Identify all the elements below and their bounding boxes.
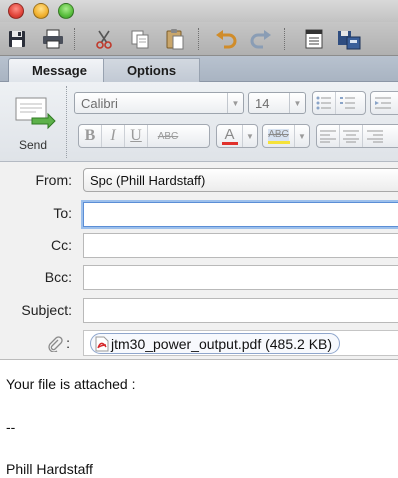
font-size-select[interactable]: 14 ▼ <box>248 92 306 114</box>
paperclip-icon <box>48 336 63 352</box>
tab-message[interactable]: Message <box>8 58 111 82</box>
bullet-list-icon <box>316 96 331 110</box>
font-name-select[interactable]: Calibri ▼ <box>74 92 244 114</box>
copy-icon <box>131 30 149 49</box>
print-icon <box>43 29 63 49</box>
highlight-dropdown[interactable]: ▼ <box>295 125 309 147</box>
font-color-button[interactable]: A <box>217 125 243 147</box>
underline-button[interactable]: U <box>125 125 148 147</box>
undo-button[interactable] <box>213 26 239 52</box>
redo-button[interactable] <box>248 26 274 52</box>
address-book-button[interactable] <box>301 26 327 52</box>
bold-button[interactable]: B <box>79 125 102 147</box>
bcc-field[interactable] <box>83 265 398 290</box>
numbered-list-button[interactable] <box>336 92 359 114</box>
font-name-value: Calibri <box>81 95 118 111</box>
indent-icon <box>374 97 391 109</box>
align-right-icon <box>366 130 383 143</box>
indent-buttons-group <box>370 91 398 115</box>
from-value: Spc (Phill Hardstaff) <box>90 172 206 188</box>
indent-button[interactable] <box>371 92 394 114</box>
close-window-button[interactable] <box>8 3 24 19</box>
paste-icon <box>166 29 184 50</box>
align-left-button[interactable] <box>317 125 340 147</box>
align-right-button[interactable] <box>363 125 386 147</box>
paste-button[interactable] <box>162 26 188 52</box>
font-color-swatch <box>221 141 238 145</box>
save-icon <box>9 31 25 47</box>
strikethrough-button[interactable]: ABC <box>148 125 188 147</box>
copy-button[interactable] <box>127 26 153 52</box>
ribbon-tab-bar: Message Options <box>0 56 398 82</box>
font-size-value: 14 <box>255 95 270 111</box>
chevron-down-icon: ▼ <box>289 93 305 113</box>
send-button[interactable]: Send <box>8 90 58 154</box>
attachment-name: jtm30_power_output.pdf (485.2 KB) <box>111 335 333 352</box>
redo-icon <box>250 30 271 49</box>
zoom-window-button[interactable] <box>58 3 74 19</box>
bcc-label: Bcc: <box>44 269 72 285</box>
highlight-button[interactable]: ABC <box>263 125 295 147</box>
bullet-list-button[interactable] <box>313 92 336 114</box>
highlight-swatch <box>267 140 290 144</box>
minimize-window-button[interactable] <box>33 3 49 19</box>
font-color-icon: A <box>224 125 235 143</box>
attachments-field: jtm30_power_output.pdf (485.2 KB) <box>83 330 398 356</box>
text-style-group: B I U ABC <box>78 124 210 148</box>
tab-options[interactable]: Options <box>103 58 200 82</box>
body-line: Your file is attached : <box>6 376 136 392</box>
signature-separator: -- <box>6 419 16 435</box>
to-label: To: <box>53 205 72 221</box>
window-titlebar <box>0 0 398 22</box>
highlight-control: ABC ▼ <box>262 124 310 148</box>
attachment-chip[interactable]: jtm30_power_output.pdf (485.2 KB) <box>90 333 341 354</box>
signature-name: Phill Hardstaff <box>6 461 93 477</box>
ribbon-separator <box>66 86 67 158</box>
undo-icon <box>216 30 237 49</box>
from-label: From: <box>35 172 72 188</box>
toolbar-separator <box>198 28 199 50</box>
to-field[interactable] <box>83 202 398 227</box>
font-color-control: A ▼ <box>216 124 258 148</box>
main-toolbar <box>0 22 398 56</box>
toolbar-separator <box>284 28 285 50</box>
send-icon <box>15 97 56 130</box>
send-label: Send <box>18 138 48 152</box>
subject-label: Subject: <box>21 302 72 318</box>
from-select[interactable]: Spc (Phill Hardstaff) <box>83 168 398 192</box>
align-center-icon <box>343 130 359 143</box>
alignment-group <box>316 124 398 148</box>
chevron-down-icon: ▼ <box>227 93 243 113</box>
numbered-list-icon <box>339 97 355 109</box>
check-names-button[interactable] <box>336 26 362 52</box>
list-buttons-group <box>312 91 366 115</box>
print-button[interactable] <box>40 26 66 52</box>
toolbar-separator <box>74 28 75 50</box>
check-names-icon <box>338 31 361 50</box>
address-book-icon <box>305 29 323 49</box>
cut-button[interactable] <box>91 26 117 52</box>
align-center-button[interactable] <box>340 125 363 147</box>
pdf-file-icon <box>95 336 109 351</box>
attachments-label: : <box>66 335 70 351</box>
cc-label: Cc: <box>51 237 72 253</box>
italic-button[interactable]: I <box>102 125 125 147</box>
highlight-label: ABC <box>268 128 289 141</box>
cc-field[interactable] <box>83 233 398 258</box>
font-color-dropdown[interactable]: ▼ <box>243 125 257 147</box>
align-left-icon <box>320 130 336 143</box>
cut-icon <box>96 30 112 49</box>
message-ribbon: Send Calibri ▼ 14 ▼ B I U ABC A ▼ ABC ▼ <box>0 82 398 162</box>
message-header: From: Spc (Phill Hardstaff) To: Cc: Bcc:… <box>0 162 398 360</box>
subject-field[interactable] <box>83 298 398 323</box>
save-button[interactable] <box>4 26 30 52</box>
